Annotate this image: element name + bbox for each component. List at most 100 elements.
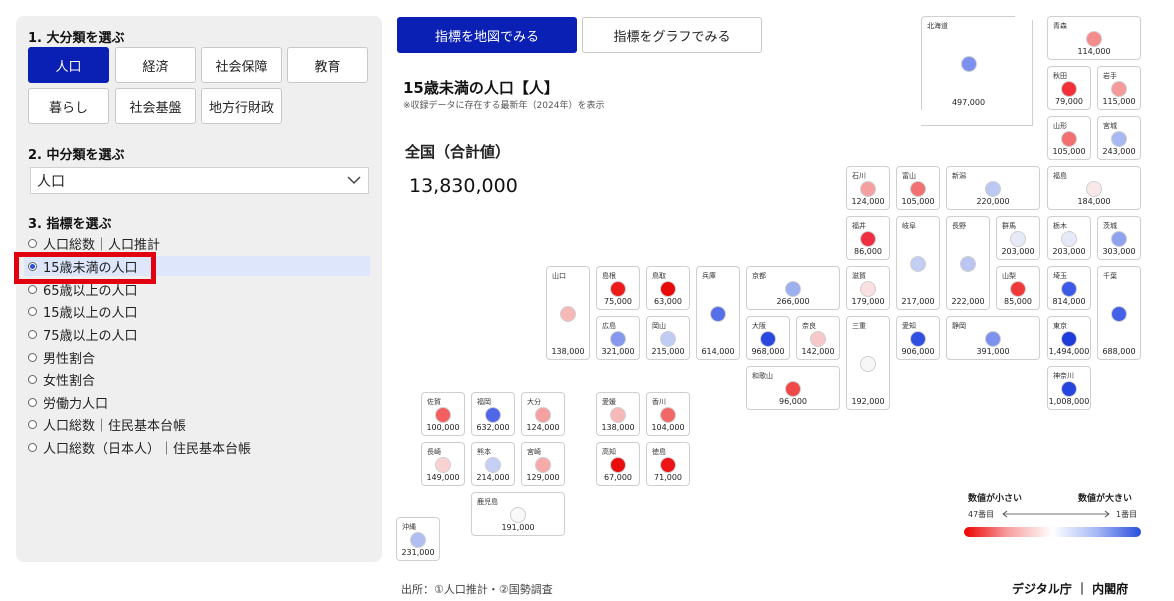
prefecture-tile[interactable]: 大阪 968,000 <box>746 316 790 360</box>
prefecture-tile[interactable]: 群馬 203,000 <box>996 216 1040 260</box>
prefecture-tile[interactable]: 秋田 79,000 <box>1047 66 1091 110</box>
radio-icon[interactable] <box>28 238 37 248</box>
indicator-option-labor-force[interactable]: 労働力人口 <box>24 392 370 412</box>
prefecture-color-dot <box>860 281 876 297</box>
prefecture-tile[interactable]: 茨城 303,000 <box>1097 216 1141 260</box>
prefecture-tile[interactable]: 大分 124,000 <box>521 392 565 436</box>
prefecture-name: 静岡 <box>952 322 966 330</box>
prefecture-tile[interactable]: 京都 266,000 <box>746 266 840 310</box>
prefecture-tile[interactable]: 鳥取 63,000 <box>646 266 690 310</box>
prefecture-tile[interactable]: 静岡 391,000 <box>946 316 1040 360</box>
prefecture-tile[interactable]: 徳島 71,000 <box>646 442 690 486</box>
indicator-option-registry-japanese[interactable]: 人口総数（日本人）｜住民基本台帳 <box>24 437 370 457</box>
prefecture-tile[interactable]: 宮城 243,000 <box>1097 116 1141 160</box>
prefecture-tile[interactable]: 富山 105,000 <box>896 166 940 210</box>
prefecture-tile[interactable]: 島根 75,000 <box>596 266 640 310</box>
prefecture-tile[interactable]: 奈良 142,000 <box>796 316 840 360</box>
prefecture-tile[interactable]: 愛知 906,000 <box>896 316 940 360</box>
prefecture-color-dot <box>985 181 1001 197</box>
radio-icon[interactable] <box>28 306 37 316</box>
prefecture-tile[interactable]: 栃木 203,000 <box>1047 216 1091 260</box>
category-button-living[interactable]: 暮らし <box>28 88 109 124</box>
prefecture-name: 福井 <box>852 222 866 230</box>
prefecture-color-dot <box>410 532 426 548</box>
prefecture-tile[interactable]: 東京 1,494,000 <box>1047 316 1091 360</box>
indicator-option-over-75[interactable]: 75歳以上の人口 <box>24 324 370 344</box>
prefecture-color-dot <box>985 331 1001 347</box>
category-button-education[interactable]: 教育 <box>287 47 368 83</box>
indicator-option-under-15[interactable]: 15歳未満の人口 <box>24 256 370 276</box>
tab-graph-view[interactable]: 指標をグラフでみる <box>582 17 762 53</box>
prefecture-value: 184,000 <box>1077 197 1111 206</box>
category-button-infrastructure[interactable]: 社会基盤 <box>115 88 196 124</box>
prefecture-tile[interactable]: 沖縄 231,000 <box>396 517 440 561</box>
radio-icon[interactable] <box>28 419 37 429</box>
radio-icon[interactable] <box>28 284 37 294</box>
prefecture-tile[interactable]: 山口 138,000 <box>546 266 590 360</box>
prefecture-tile[interactable]: 広島 321,000 <box>596 316 640 360</box>
prefecture-value: 179,000 <box>851 297 885 306</box>
indicator-title: 15歳未満の人口【人】 <box>403 79 559 97</box>
prefecture-tile[interactable]: 和歌山 96,000 <box>746 366 840 410</box>
prefecture-tile[interactable]: 岐阜 217,000 <box>896 216 940 310</box>
prefecture-value: 203,000 <box>1052 247 1086 256</box>
indicator-option-male-ratio[interactable]: 男性割合 <box>24 347 370 367</box>
prefecture-tile[interactable]: 石川 124,000 <box>846 166 890 210</box>
prefecture-tile[interactable]: 宮崎 129,000 <box>521 442 565 486</box>
prefecture-tile[interactable]: 滋賀 179,000 <box>846 266 890 310</box>
prefecture-tile[interactable]: 愛媛 138,000 <box>596 392 640 436</box>
indicator-option-over-65[interactable]: 65歳以上の人口 <box>24 279 370 299</box>
indicator-option-registry-total[interactable]: 人口総数｜住民基本台帳 <box>24 414 370 434</box>
indicator-option-female-ratio[interactable]: 女性割合 <box>24 369 370 389</box>
tab-map-view[interactable]: 指標を地図でみる <box>397 17 577 53</box>
prefecture-tile[interactable]: 鹿児島 191,000 <box>471 492 565 536</box>
prefecture-color-dot <box>660 457 676 473</box>
prefecture-tile[interactable]: 山梨 85,000 <box>996 266 1040 310</box>
prefecture-tile[interactable]: 青森 114,000 <box>1047 16 1141 60</box>
prefecture-value: 391,000 <box>976 347 1010 356</box>
prefecture-name: 北海道 <box>927 22 948 30</box>
prefecture-tile[interactable]: 三重 192,000 <box>846 316 890 410</box>
prefecture-tile[interactable]: 新潟 220,000 <box>946 166 1040 210</box>
prefecture-tile[interactable]: 福島 184,000 <box>1047 166 1141 210</box>
prefecture-color-dot <box>1061 281 1077 297</box>
indicator-option-total-population[interactable]: 人口総数｜人口推計 <box>24 233 370 253</box>
prefecture-tile[interactable]: 香川 104,000 <box>646 392 690 436</box>
subcategory-select[interactable]: 人口 <box>30 167 369 194</box>
prefecture-color-dot <box>535 457 551 473</box>
prefecture-tile[interactable]: 岩手 115,000 <box>1097 66 1141 110</box>
category-button-local-finance[interactable]: 地方行財政 <box>201 88 282 124</box>
prefecture-tile[interactable]: 埼玉 814,000 <box>1047 266 1091 310</box>
radio-icon[interactable] <box>28 442 37 452</box>
prefecture-tile[interactable]: 岡山 215,000 <box>646 316 690 360</box>
prefecture-tile[interactable]: 福岡 632,000 <box>471 392 515 436</box>
category-button-economy[interactable]: 経済 <box>115 47 196 83</box>
prefecture-tile[interactable]: 佐賀 100,000 <box>421 392 465 436</box>
prefecture-value: 215,000 <box>651 347 685 356</box>
category-button-population[interactable]: 人口 <box>28 47 109 83</box>
prefecture-tile[interactable]: 山形 105,000 <box>1047 116 1091 160</box>
prefecture-tile[interactable]: 熊本 214,000 <box>471 442 515 486</box>
prefecture-tile[interactable]: 高知 67,000 <box>596 442 640 486</box>
prefecture-color-dot <box>1061 231 1077 247</box>
prefecture-tile[interactable]: 千葉 688,000 <box>1097 266 1141 360</box>
prefecture-tile[interactable]: 兵庫 614,000 <box>696 266 740 360</box>
radio-icon[interactable] <box>28 352 37 362</box>
prefecture-tile[interactable]: 長野 222,000 <box>946 216 990 310</box>
radio-icon[interactable] <box>28 329 37 339</box>
radio-icon[interactable] <box>28 374 37 384</box>
prefecture-tile[interactable]: 長崎 149,000 <box>421 442 465 486</box>
prefecture-color-dot <box>485 407 501 423</box>
prefecture-name: 千葉 <box>1103 272 1117 280</box>
prefecture-tile[interactable]: 神奈川 1,008,000 <box>1047 366 1091 410</box>
prefecture-value: 85,000 <box>1004 297 1032 306</box>
category-button-social-security[interactable]: 社会保障 <box>201 47 282 83</box>
indicator-option-over-15[interactable]: 15歳以上の人口 <box>24 301 370 321</box>
prefecture-tile[interactable]: 北海道 497,000 <box>921 16 1015 110</box>
radio-selected-icon[interactable] <box>28 261 37 271</box>
legend-color-scale <box>964 527 1141 537</box>
prefecture-tile[interactable]: 福井 86,000 <box>846 216 890 260</box>
prefecture-value: 688,000 <box>1102 347 1136 356</box>
prefecture-name: 大分 <box>527 398 541 406</box>
radio-icon[interactable] <box>28 397 37 407</box>
